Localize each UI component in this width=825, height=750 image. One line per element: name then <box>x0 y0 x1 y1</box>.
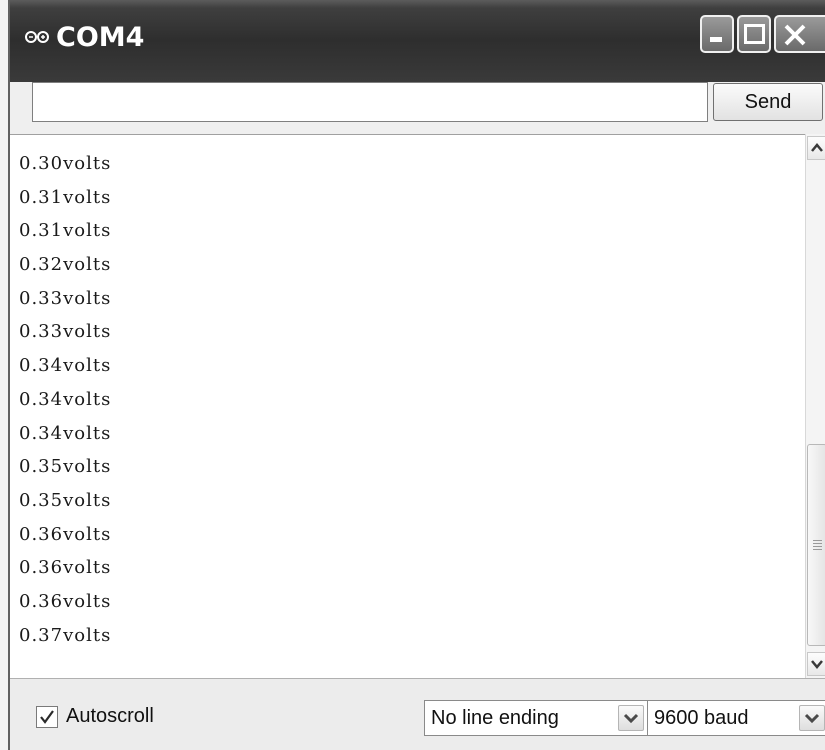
serial-output-line: 0.34volts <box>19 355 112 377</box>
serial-output-line: 0.35volts <box>19 456 112 478</box>
minimize-icon <box>710 37 722 42</box>
chevron-up-icon <box>811 143 823 152</box>
serial-output-line: 0.36volts <box>19 557 112 579</box>
serial-output-line: 0.34volts <box>19 388 112 410</box>
vertical-scrollbar[interactable] <box>805 134 825 678</box>
chevron-down-icon <box>811 660 823 669</box>
serial-output-line: 0.33volts <box>19 287 112 309</box>
chevron-down-icon <box>804 713 820 724</box>
line-ending-select[interactable]: No line ending <box>424 700 648 736</box>
close-icon <box>784 24 806 46</box>
serial-input[interactable] <box>32 82 708 122</box>
window-title: COM4 <box>56 22 145 53</box>
thumb-grip <box>813 546 822 547</box>
send-button[interactable]: Send <box>713 83 823 121</box>
line-ending-value: No line ending <box>431 707 559 729</box>
serial-output-line: 0.33volts <box>19 321 112 343</box>
baud-rate-select[interactable]: 9600 baud <box>647 700 825 736</box>
chevron-down-icon <box>623 713 639 724</box>
autoscroll-checkbox[interactable] <box>36 706 58 728</box>
serial-output-line: 0.32volts <box>19 254 112 276</box>
serial-output-area[interactable]: 0.30volts 0.31volts 0.31volts 0.32volts 0.33… <box>10 134 805 679</box>
autoscroll-label[interactable]: Autoscroll <box>66 705 154 728</box>
command-row: Send <box>10 82 825 134</box>
thumb-grip <box>813 540 822 541</box>
serial-output-line: 0.36volts <box>19 523 112 545</box>
serial-monitor-window: COM4 Send 0.30volts 0.31volts 0.31volts 0.3… <box>8 0 825 750</box>
baud-rate-dropdown-button[interactable] <box>799 705 825 731</box>
scroll-up-button[interactable] <box>807 136 825 160</box>
close-button[interactable] <box>774 15 825 53</box>
maximize-button[interactable] <box>737 15 771 53</box>
scroll-thumb[interactable] <box>807 444 825 646</box>
serial-output-lines: 0.30volts 0.31volts 0.31volts 0.32volts 0.33… <box>19 152 111 657</box>
thumb-grip <box>813 543 822 544</box>
serial-output-line: 0.34volts <box>19 422 112 444</box>
serial-output-line: 0.36volts <box>19 590 112 612</box>
title-bar[interactable]: COM4 <box>10 0 825 83</box>
baud-rate-value: 9600 baud <box>654 707 749 729</box>
serial-output-line: 0.31volts <box>19 220 112 242</box>
serial-output-line: 0.31volts <box>19 186 112 208</box>
serial-output-line: 0.37volts <box>19 624 112 646</box>
checkmark-icon <box>40 710 54 724</box>
serial-output-line: 0.30volts <box>19 153 112 174</box>
minimize-button[interactable] <box>700 15 734 53</box>
thumb-grip <box>813 549 822 550</box>
line-ending-dropdown-button[interactable] <box>618 705 644 731</box>
scroll-down-button[interactable] <box>807 652 825 676</box>
maximize-icon <box>744 24 765 44</box>
arduino-infinity-icon <box>25 31 49 43</box>
serial-output-line: 0.35volts <box>19 489 112 511</box>
status-bar: Autoscroll No line ending 9600 baud <box>10 678 825 750</box>
